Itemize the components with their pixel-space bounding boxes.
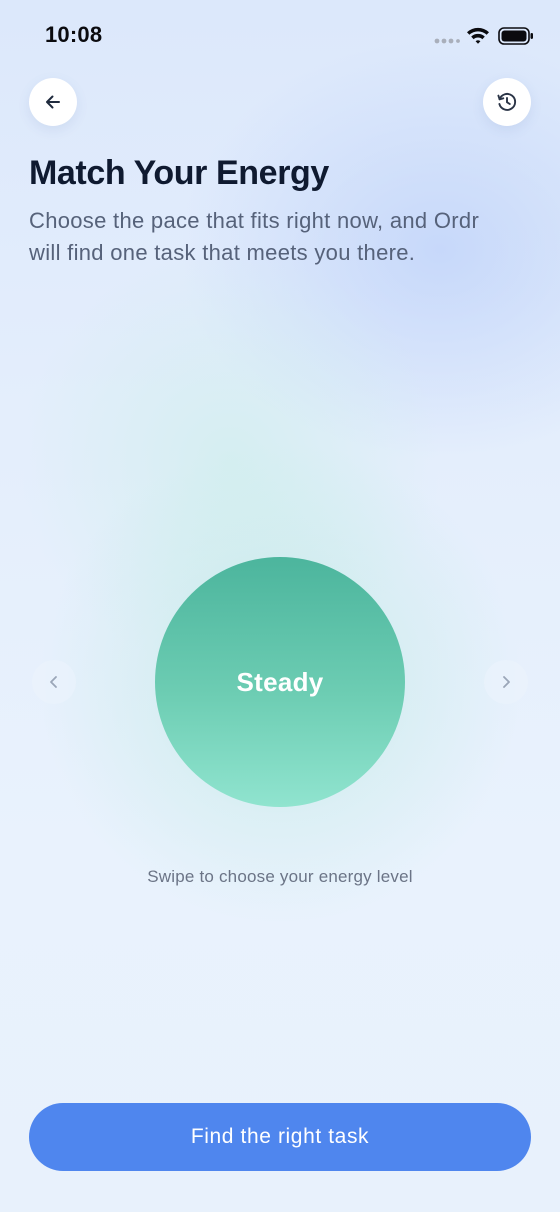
status-bar: 10:08 (0, 0, 560, 72)
status-time: 10:08 (45, 22, 103, 47)
arrow-left-icon (46, 95, 60, 109)
battery-icon (498, 27, 533, 45)
next-energy-button[interactable] (484, 660, 528, 704)
energy-screen: 10:08 Match Your Energy Choose the pace … (0, 0, 560, 1212)
energy-level-label: Steady (236, 666, 324, 697)
page-subtitle: Choose the pace that fits right now, and… (29, 208, 480, 265)
energy-orb[interactable]: Steady (155, 557, 405, 807)
history-icon (497, 93, 517, 111)
history-button[interactable] (483, 78, 531, 126)
page-title: Match Your Energy (29, 154, 329, 192)
back-button[interactable] (29, 78, 77, 126)
chevron-right-icon (503, 676, 510, 688)
previous-energy-button[interactable] (32, 660, 76, 704)
wifi-icon (467, 27, 489, 44)
chevron-left-icon (50, 676, 57, 688)
cellular-signal-icon (434, 38, 460, 44)
find-task-button[interactable]: Find the right task (29, 1103, 531, 1171)
swipe-hint: Swipe to choose your energy level (147, 867, 413, 886)
